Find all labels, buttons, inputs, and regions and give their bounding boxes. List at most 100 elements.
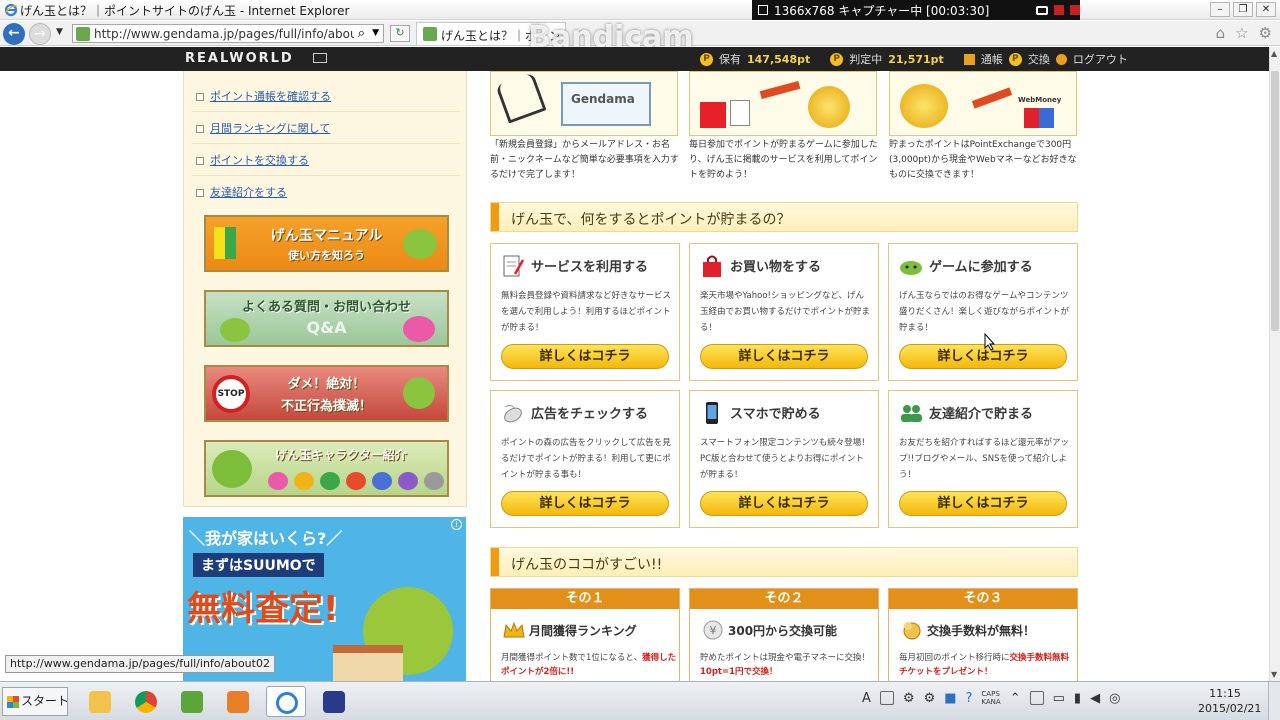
address-bar-row: ← → ▼ http://www.gendama.jp/pages/full/i… <box>0 21 1280 46</box>
details-button[interactable]: 詳しくはコチラ <box>899 491 1067 516</box>
tray-monitor-icon[interactable]: ◎ <box>1109 691 1120 706</box>
pause-icon[interactable] <box>1054 5 1064 15</box>
taskbar-bandicam[interactable] <box>314 686 354 717</box>
details-button[interactable]: 詳しくはコチラ <box>700 344 868 369</box>
card-invite: 友達紹介で貯まる お友だちを紹介すればするほど還元率がアップ!!ブログやメール、… <box>888 390 1078 528</box>
refresh-icon[interactable]: ↻ <box>390 25 410 42</box>
taskbar-clock[interactable]: 11:15 2015/02/21 <box>1198 686 1261 716</box>
sidebar-link-invite[interactable]: 友達紹介をする <box>196 184 287 200</box>
character-banner[interactable]: げん玉キャラクター紹介 <box>204 440 449 497</box>
address-field[interactable]: http://www.gendama.jp/pages/full/info/ab… <box>72 24 384 43</box>
stop-icon[interactable] <box>1070 5 1080 15</box>
ad-info-icon[interactable]: i <box>451 519 462 530</box>
scroll-up-icon[interactable]: ▲ <box>1271 49 1277 58</box>
card-title: 広告をチェックする <box>531 407 649 422</box>
tray-gear-icon[interactable]: ⚙ <box>924 691 936 706</box>
search-icon[interactable]: ⌕ <box>358 26 365 41</box>
card-title: サービスを利用する <box>531 260 649 275</box>
feature-free-fee: その３ 交換手数料が無料！ 毎月初回のポイント移行時に交換手数料無料チケットをプ… <box>888 588 1078 681</box>
game-mascot-icon <box>900 261 922 275</box>
scroll-down-icon[interactable]: ▼ <box>1271 670 1277 679</box>
history-dropdown-icon[interactable]: ▼ <box>56 27 63 37</box>
sidebar-link-exchange[interactable]: ポイントを交換する <box>196 152 309 168</box>
taskbar-explorer[interactable] <box>80 686 120 717</box>
recorder-status: 1366x768 キャプチャー中 [00:03:30] <box>774 3 990 18</box>
details-button[interactable]: 詳しくはコチラ <box>501 491 669 516</box>
taskbar: スタート A ⚙ ⚙ ■ ? CAPS KANA ⌃ ▭ ▮ ◀ ◎ 11:15 … <box>0 681 1280 720</box>
card-games: ゲームに参加する げん玉ならではのお得なゲームやコンテンツ盛りだくさん！楽しく遊… <box>888 243 1078 381</box>
faq-banner[interactable]: よくある質問・お問い合わせ Q&A <box>204 290 449 347</box>
back-button[interactable]: ← <box>3 23 25 45</box>
tray-network-icon[interactable]: ▭ <box>1053 691 1065 706</box>
sidebar-link-passbook[interactable]: ポイント通帳を確認する <box>196 88 331 104</box>
section-title-earn: げん玉で、何をするとポイントが貯まるの？ <box>511 212 791 228</box>
document-pen-icon <box>503 255 525 277</box>
sidebar-link-ranking[interactable]: 月間ランキングに関して <box>196 120 330 136</box>
smartphone-icon <box>706 402 718 424</box>
step-register-caption: 「新規会員登録」からメールアドレス・お名前・ニックネームなど簡単な必要事項を入力… <box>490 140 679 180</box>
feature-ranking: その１ 月間獲得ランキング 月間獲得ポイント数で1位になると、獲得したポイントが… <box>490 588 680 681</box>
tray-signal-icon[interactable]: ▮ <box>1074 691 1081 706</box>
feature-highlight: 10pt=1円で交換！ <box>700 667 778 677</box>
start-button[interactable]: スタート <box>2 687 69 716</box>
realworld-logo[interactable]: REALWORLD <box>185 51 294 66</box>
tab-title[interactable]: げん玉とは？｜ポイントサ... <box>441 27 559 44</box>
tray-ime-icon[interactable]: ■ <box>944 691 956 706</box>
details-button[interactable]: 詳しくはコチラ <box>501 344 669 369</box>
mail-icon[interactable] <box>313 53 327 63</box>
taskbar-ie[interactable] <box>266 686 306 717</box>
site-favicon <box>76 27 90 41</box>
url-text[interactable]: http://www.gendama.jp/pages/full/info/ab… <box>94 27 354 41</box>
forward-button[interactable]: → <box>29 23 51 45</box>
tray-font-icon[interactable]: A <box>862 691 871 706</box>
vertical-scrollbar[interactable]: ▲ ▼ <box>1269 47 1280 681</box>
logout-icon[interactable] <box>1055 53 1067 65</box>
taskbar-hao123[interactable] <box>172 686 212 717</box>
tray-volume-icon[interactable]: ◀ <box>1090 691 1100 706</box>
restore-button[interactable]: ❐ <box>1233 2 1253 17</box>
manual-banner[interactable]: げん玉マニュアル 使い方を知ろう <box>204 215 449 272</box>
character-pink-icon <box>268 472 288 490</box>
feature-number: その２ <box>690 589 878 609</box>
card-description: げん玉ならではのお得なゲームやコンテンツ盛りだくさん！楽しく遊びながらポイントが… <box>899 291 1070 333</box>
details-button[interactable]: 詳しくはコチラ <box>700 491 868 516</box>
yen-coin-icon: ¥ <box>703 620 723 640</box>
passbook-icon[interactable] <box>963 53 975 65</box>
internet-explorer-icon <box>4 3 18 17</box>
taskbar-media[interactable] <box>218 686 258 717</box>
browser-tab[interactable]: げん玉とは？｜ポイントサ... <box>416 22 566 45</box>
caps-kana-indicator: CAPS KANA <box>981 690 1001 706</box>
anti-fraud-banner[interactable]: STOP ダメ！絶対！ 不正行為撲滅！ <box>204 365 449 422</box>
tray-expand-icon[interactable]: ⌃ <box>1010 691 1021 706</box>
card-description: 楽天市場やYahoo!ショッピングなど、げん玉経由でお買い物するだけでポイントが… <box>700 291 871 333</box>
mascot-green-icon <box>220 318 250 342</box>
favorites-star-icon[interactable]: ☆ <box>1235 24 1248 42</box>
scrollbar-thumb[interactable] <box>1271 71 1279 331</box>
details-button[interactable]: 詳しくはコチラ <box>899 344 1067 369</box>
close-window-button[interactable]: ✕ <box>1256 2 1276 17</box>
feature-number: その１ <box>491 589 679 609</box>
show-desktop-button[interactable] <box>1268 682 1280 720</box>
tray-settings-icon[interactable]: ⚙ <box>903 691 915 706</box>
banner-faq-title: よくある質問・お問い合わせ <box>241 300 411 315</box>
settings-gear-icon[interactable]: ⚙ <box>1259 24 1272 42</box>
passbook-link[interactable]: 通帳 <box>981 51 1003 67</box>
logout-link[interactable]: ログアウト <box>1073 51 1128 67</box>
card-smartphone: スマホで貯める スマートフォン限定コンテンツも続々登場！PC版と合わせて使うとよ… <box>689 390 879 528</box>
exchange-coin-icon[interactable]: P <box>1008 52 1022 66</box>
taskbar-chrome[interactable] <box>126 686 166 717</box>
coin-stack-icon <box>808 86 850 128</box>
card-description: お友だちを紹介すればするほど還元率がアップ!!ブログやメール、SNSを使って紹介… <box>899 438 1070 480</box>
camera-icon[interactable] <box>1036 5 1048 15</box>
page-content: ポイント通帳を確認する 月間ランキングに関して ポイントを交換する 友達紹介をす… <box>0 71 1269 681</box>
section-header-earn: げん玉で、何をするとポイントが貯まるの？ <box>490 202 1078 232</box>
tray-window-icon[interactable] <box>879 691 894 705</box>
coins-icon <box>900 84 948 128</box>
exchange-link[interactable]: 交換 <box>1028 51 1050 67</box>
address-dropdown-icon[interactable]: ▼ <box>372 28 379 38</box>
home-icon[interactable]: ⌂ <box>1216 24 1226 42</box>
tray-help-icon[interactable]: ? <box>966 691 973 706</box>
tray-clipboard-icon[interactable] <box>1029 691 1044 705</box>
minimize-button[interactable]: – <box>1210 2 1230 17</box>
internet-explorer-icon <box>276 692 298 714</box>
